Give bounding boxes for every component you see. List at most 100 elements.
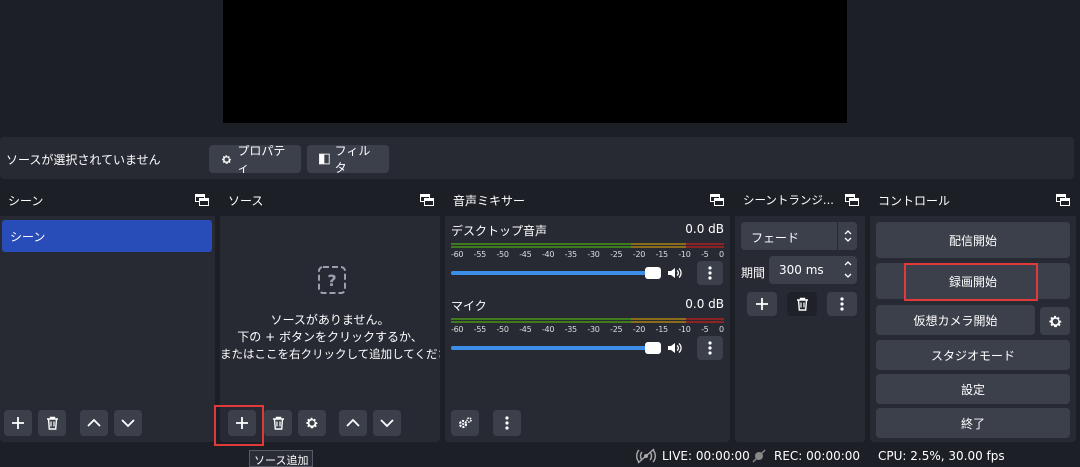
add-transition-button[interactable]: [747, 292, 777, 316]
recording-off-icon: [752, 449, 766, 463]
meter-tick-label: -5: [701, 325, 709, 334]
scenes-dock: シーン シーン: [0, 186, 215, 442]
start-streaming-button[interactable]: 配信開始: [876, 222, 1070, 258]
move-source-up-button[interactable]: [339, 410, 367, 436]
virtual-camera-settings-button[interactable]: [1040, 307, 1070, 335]
trash-icon: [272, 416, 284, 430]
unknown-source-icon: ?: [318, 266, 346, 294]
transition-select[interactable]: フェード: [741, 222, 857, 250]
mixer-track-level: 0.0 dB: [685, 297, 724, 311]
filters-button[interactable]: フィルタ: [307, 144, 389, 175]
sources-title: ソース: [228, 193, 264, 208]
undock-icon[interactable]: [420, 194, 434, 206]
gears-icon: [458, 417, 472, 429]
volume-slider-fill: [451, 346, 661, 350]
duration-label: 期間: [741, 266, 766, 280]
advanced-audio-button[interactable]: [451, 410, 479, 436]
mixer-track: デスクトップ音声 0.0 dB -60 -55 -50 -45 -40 -35 -30 -25 -2…: [451, 222, 724, 285]
no-sources-message: ソースがありません。 下の + ボタンをクリックするか、 またはここを右クリック…: [220, 312, 440, 363]
properties-button[interactable]: プロパティ: [209, 144, 301, 175]
undock-icon[interactable]: [845, 194, 859, 206]
transition-select-arrows[interactable]: [837, 222, 857, 250]
studio-mode-button[interactable]: スタジオモード: [876, 340, 1070, 370]
volume-slider-handle[interactable]: [645, 342, 661, 354]
no-source-selected-text: ソースが選択されていません: [6, 153, 161, 167]
track-menu-button[interactable]: [697, 336, 723, 360]
filters-label: フィルタ: [334, 144, 371, 175]
settings-button[interactable]: 設定: [876, 374, 1070, 404]
sources-dock: ソース ? ソースがありません。 下の + ボタンをクリックするか、 またはここ…: [220, 186, 440, 442]
volume-slider[interactable]: [451, 336, 724, 360]
speaker-icon[interactable]: [667, 341, 683, 355]
scenes-list[interactable]: シーン: [0, 218, 215, 442]
meter-tick-label: -45: [519, 325, 532, 334]
svg-text:?: ?: [327, 271, 336, 290]
move-scene-up-button[interactable]: [80, 410, 108, 436]
plus-icon: [12, 417, 24, 429]
meter-tick-label: -25: [610, 250, 623, 259]
add-source-tooltip: ソース追加: [249, 450, 314, 467]
scenes-title: シーン: [8, 193, 44, 208]
filter-icon: [319, 153, 330, 165]
scene-list-item[interactable]: シーン: [2, 220, 212, 252]
move-source-down-button[interactable]: [373, 410, 401, 436]
duration-value: 300 ms: [779, 263, 824, 277]
volume-slider[interactable]: [451, 261, 724, 285]
mixer-track-header: マイク 0.0 dB: [451, 297, 724, 314]
speaker-icon[interactable]: [667, 266, 683, 280]
remove-source-button[interactable]: [264, 410, 292, 436]
vertical-dots-icon: [708, 266, 712, 280]
no-sources-line-3: またはここを右クリックして追加してください。: [220, 347, 440, 361]
live-timer: LIVE: 00:00:00: [662, 449, 750, 463]
volume-slider-handle[interactable]: [645, 267, 661, 279]
meter-tick-label: -40: [541, 325, 555, 334]
mixer-track-name: デスクトップ音声: [451, 224, 548, 238]
spin-down-icon[interactable]: [843, 272, 853, 280]
exit-button[interactable]: 終了: [876, 408, 1070, 438]
move-scene-down-button[interactable]: [114, 410, 142, 436]
meter-tick-label: -15: [655, 250, 668, 259]
remove-transition-button[interactable]: [787, 292, 817, 316]
undock-icon[interactable]: [195, 194, 209, 206]
vertical-dots-icon: [505, 416, 509, 430]
mixer-track: マイク 0.0 dB -60 -55 -50 -45 -40 -35 -30 -25 -20 -15-…: [451, 297, 724, 360]
meter-tick-label: -20: [632, 325, 646, 334]
meter-tick-label: -30: [587, 250, 600, 259]
scene-transitions-body: フェード 期間 300 ms: [735, 218, 865, 442]
properties-label: プロパティ: [237, 144, 286, 175]
meter-tick-label: -35: [564, 325, 577, 334]
gear-icon: [306, 417, 318, 429]
meter-tick-label: -15: [655, 325, 668, 334]
controls-title: コントロール: [878, 193, 951, 208]
vertical-dots-icon: [708, 341, 712, 355]
plus-icon: [756, 298, 768, 310]
preview-canvas[interactable]: [223, 0, 847, 123]
duration-spinbox[interactable]: 300 ms: [769, 256, 857, 284]
meter-tick-label: -30: [587, 325, 600, 334]
remove-scene-button[interactable]: [38, 410, 66, 436]
meter-scale: -60 -55 -50 -45 -40 -35 -30 -25 -20 -15 -10 -5 0: [451, 250, 724, 259]
source-toolbar: ソースが選択されていません プロパティ フィルタ: [0, 137, 1074, 179]
meter-tick-label: -50: [496, 250, 509, 259]
meter-tick-label: 0: [719, 325, 724, 334]
add-source-highlight: [214, 405, 264, 446]
mixer-track-header: デスクトップ音声 0.0 dB: [451, 222, 724, 239]
source-properties-button[interactable]: [298, 410, 326, 436]
volume-meter: [451, 317, 724, 323]
chevron-down-icon: [121, 419, 135, 428]
transition-properties-button[interactable]: [827, 292, 857, 316]
chevron-up-icon: [87, 418, 101, 427]
meter-tick-label: -45: [519, 250, 532, 259]
spin-up-icon[interactable]: [843, 259, 853, 267]
start-virtual-camera-button[interactable]: 仮想カメラ開始: [876, 305, 1035, 335]
meter-tick-label: -10: [678, 325, 691, 334]
undock-icon[interactable]: [1056, 194, 1070, 206]
track-menu-button[interactable]: [697, 261, 723, 285]
mixer-track-name: マイク: [451, 299, 487, 313]
add-scene-button[interactable]: [4, 410, 32, 436]
mixer-menu-button[interactable]: [493, 410, 521, 436]
meter-tick-label: -60: [451, 250, 464, 259]
meter-tick-label: -55: [473, 250, 486, 259]
audio-mixer-body: デスクトップ音声 0.0 dB -60 -55 -50 -45 -40 -35 -30 -25 -2…: [445, 218, 730, 442]
undock-icon[interactable]: [710, 194, 724, 206]
